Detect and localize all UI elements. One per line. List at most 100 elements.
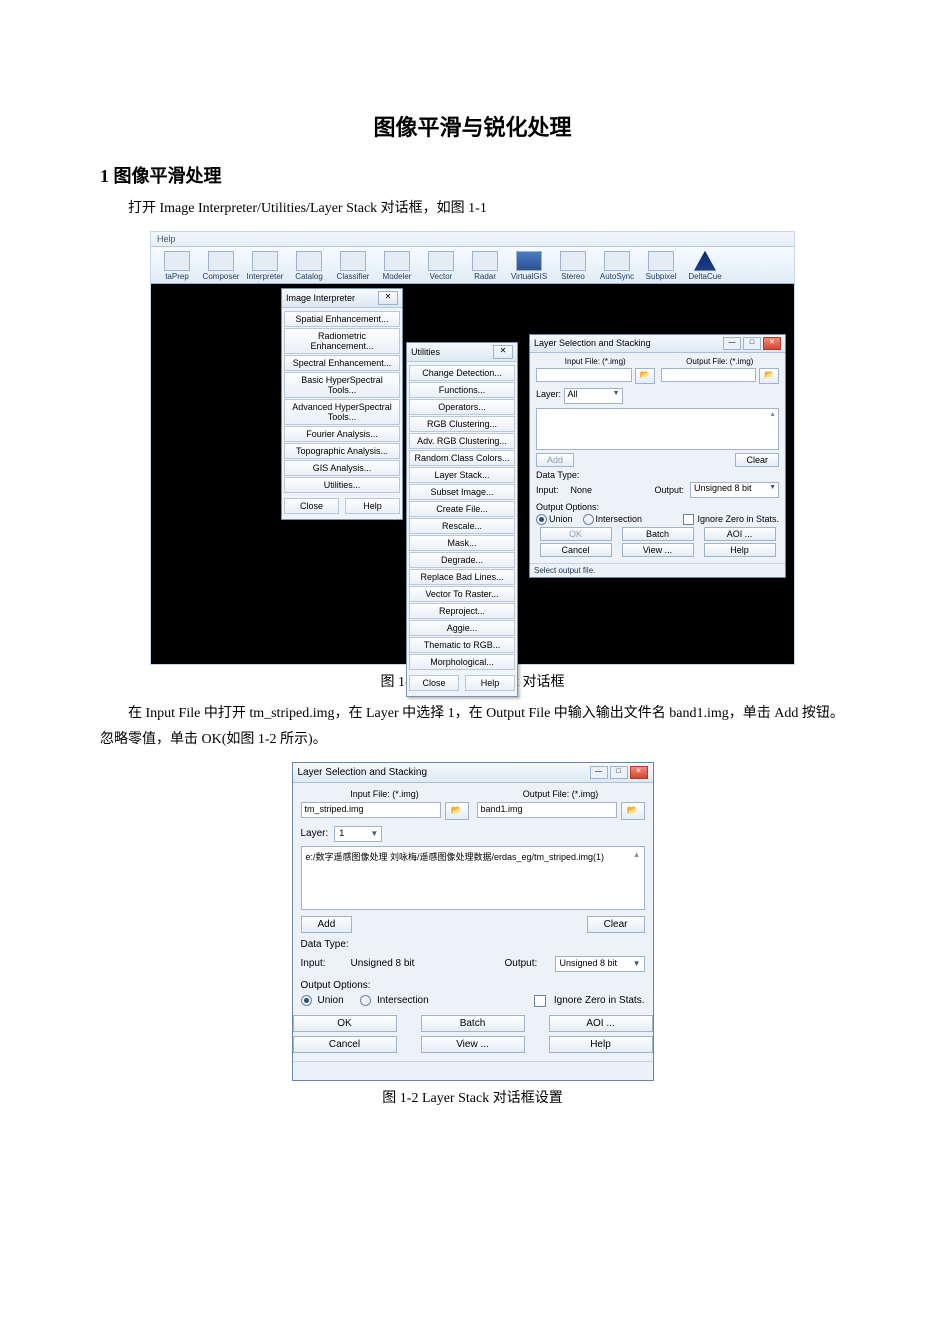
toolbar-btn-interpreter[interactable]: Interpreter [243,249,287,281]
ignore-zero-checkbox[interactable] [534,995,546,1007]
menu-rgb-clustering[interactable]: RGB Clustering... [409,416,515,432]
dialog-titlebar: Layer Selection and Stacking — □ ✕ [293,763,653,783]
layer-select[interactable]: All [564,388,623,404]
minimize-icon[interactable]: — [590,766,608,779]
menu-mask[interactable]: Mask... [409,535,515,551]
screenshot-erdas-layerstack-open: Help taPrep Composer Interpreter Catalog… [150,231,795,665]
interp-close-button[interactable]: Close [284,498,339,514]
open-file-icon[interactable]: 📂 [635,368,655,384]
toolbar-btn-vector[interactable]: Vector [419,249,463,281]
menu-spectral-enhancement[interactable]: Spectral Enhancement... [284,355,400,371]
vector-icon [428,251,454,271]
output-file-field[interactable]: band1.img [477,802,617,818]
union-radio[interactable] [536,514,547,525]
batch-button[interactable]: Batch [622,527,694,541]
union-label: Union [318,995,344,1006]
menu-radiometric-enhancement[interactable]: Radiometric Enhancement... [284,328,400,354]
menu-gis-analysis[interactable]: GIS Analysis... [284,460,400,476]
menu-replace-bad-lines[interactable]: Replace Bad Lines... [409,569,515,585]
interp-help-button[interactable]: Help [345,498,400,514]
help-button[interactable]: Help [704,543,776,557]
menu-basic-hyperspectral[interactable]: Basic HyperSpectral Tools... [284,372,400,398]
layer-select[interactable]: 1 [334,826,382,842]
aoi-button[interactable]: AOI ... [704,527,776,541]
menu-aggie[interactable]: Aggie... [409,620,515,636]
toolbar-btn-autosync[interactable]: AutoSync [595,249,639,281]
menu-reproject[interactable]: Reproject... [409,603,515,619]
menu-change-detection[interactable]: Change Detection... [409,365,515,381]
aoi-button[interactable]: AOI ... [549,1015,653,1032]
composer-icon [208,251,234,271]
open-file-icon[interactable]: 📂 [759,368,779,384]
layer-list[interactable] [536,408,779,450]
menu-topographic-analysis[interactable]: Topographic Analysis... [284,443,400,459]
union-radio[interactable] [301,995,312,1006]
menu-thematic-to-rgb[interactable]: Thematic to RGB... [409,637,515,653]
toolbar-btn-classifier[interactable]: Classifier [331,249,375,281]
menu-random-class-colors[interactable]: Random Class Colors... [409,450,515,466]
close-icon[interactable]: ✕ [378,291,398,305]
close-icon[interactable]: ✕ [630,766,648,779]
add-button[interactable]: Add [536,453,574,467]
menu-spatial-enhancement[interactable]: Spatial Enhancement... [284,311,400,327]
intersection-radio[interactable] [360,995,371,1006]
intersection-radio[interactable] [583,514,594,525]
menu-subset-image[interactable]: Subset Image... [409,484,515,500]
toolbar-btn-deltacue[interactable]: DeltaCue [683,249,727,281]
input-file-label: Input File: (*.img) [536,357,655,366]
toolbar-btn-stereo[interactable]: Stereo [551,249,595,281]
close-icon[interactable]: ✕ [763,337,781,350]
menu-vector-to-raster[interactable]: Vector To Raster... [409,586,515,602]
output-type-select[interactable]: Unsigned 8 bit [690,482,779,498]
menu-degrade[interactable]: Degrade... [409,552,515,568]
util-close-button[interactable]: Close [409,675,459,691]
add-button[interactable]: Add [301,916,353,933]
menubar-help[interactable]: Help [151,232,794,247]
menu-advanced-hyperspectral[interactable]: Advanced HyperSpectral Tools... [284,399,400,425]
open-file-icon[interactable]: 📂 [445,802,469,820]
dialog-status [293,1061,653,1080]
toolbar-btn-radar[interactable]: Radar [463,249,507,281]
output-file-field[interactable] [661,368,757,382]
menu-adv-rgb-clustering[interactable]: Adv. RGB Clustering... [409,433,515,449]
cancel-button[interactable]: Cancel [540,543,612,557]
output-type-select[interactable]: Unsigned 8 bit [555,956,645,972]
batch-button[interactable]: Batch [421,1015,525,1032]
menu-utilities[interactable]: Utilities... [284,477,400,493]
toolbar-btn-taprep[interactable]: taPrep [155,249,199,281]
input-type-value: Unsigned 8 bit [351,958,497,969]
maximize-icon[interactable]: □ [743,337,761,350]
cancel-button[interactable]: Cancel [293,1036,397,1053]
document-page: 图像平滑与锐化处理 1 图像平滑处理 打开 Image Interpreter/… [0,0,945,1337]
view-button[interactable]: View ... [622,543,694,557]
menu-morphological[interactable]: Morphological... [409,654,515,670]
output-file-label: Output File: (*.img) [477,789,645,799]
util-help-button[interactable]: Help [465,675,515,691]
clear-button[interactable]: Clear [587,916,645,933]
toolbar-btn-virtualgis[interactable]: VirtualGIS [507,249,551,281]
menu-rescale[interactable]: Rescale... [409,518,515,534]
menu-functions[interactable]: Functions... [409,382,515,398]
view-button[interactable]: View ... [421,1036,525,1053]
menu-fourier-analysis[interactable]: Fourier Analysis... [284,426,400,442]
toolbar-btn-modeler[interactable]: Modeler [375,249,419,281]
menu-layer-stack[interactable]: Layer Stack... [409,467,515,483]
menu-operators[interactable]: Operators... [409,399,515,415]
ok-button[interactable]: OK [293,1015,397,1032]
menu-create-file[interactable]: Create File... [409,501,515,517]
input-file-field[interactable]: tm_striped.img [301,802,441,818]
minimize-icon[interactable]: — [723,337,741,350]
clear-button[interactable]: Clear [735,453,779,467]
toolbar-btn-catalog[interactable]: Catalog [287,249,331,281]
open-file-icon[interactable]: 📂 [621,802,645,820]
input-file-field[interactable] [536,368,632,382]
ignore-zero-checkbox[interactable] [683,514,694,525]
close-icon[interactable]: ✕ [493,345,513,359]
maximize-icon[interactable]: □ [610,766,628,779]
layer-list[interactable]: e:/数字遥感图像处理 刘咏梅/遥感图像处理数据/erdas_eg/tm_str… [301,846,645,910]
help-button[interactable]: Help [549,1036,653,1053]
data-type-label: Data Type: [536,470,779,480]
toolbar-btn-subpixel[interactable]: Subpixel [639,249,683,281]
ok-button[interactable]: OK [540,527,612,541]
toolbar-btn-composer[interactable]: Composer [199,249,243,281]
